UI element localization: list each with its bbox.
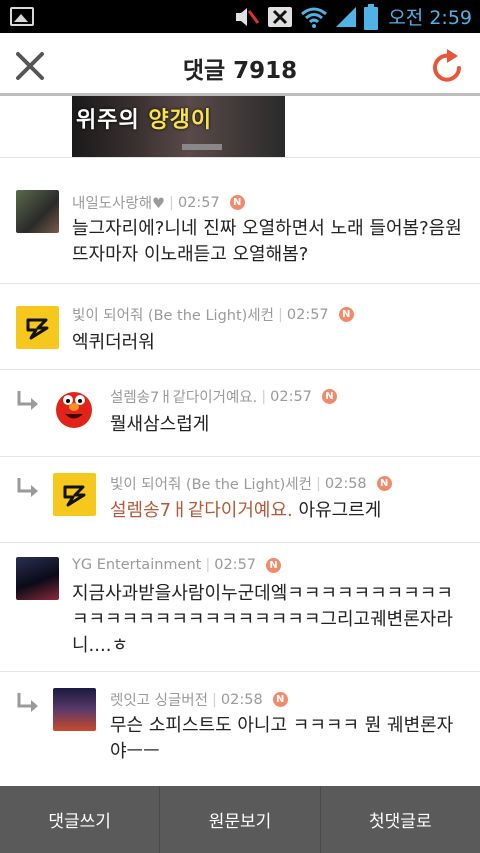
avatar[interactable] xyxy=(16,557,59,600)
first-comment-button[interactable]: 첫댓글로 xyxy=(321,786,480,853)
elmo-avatar-image xyxy=(56,392,92,428)
comment-author[interactable]: 설렘송7ㅐ같다이거예요. xyxy=(110,386,257,407)
signal-icon xyxy=(336,6,357,27)
comment-meta: YG Entertainment | 02:57 N xyxy=(72,557,282,573)
comment-meta: 내일도사랑해♥ | 02:57 N xyxy=(72,192,245,213)
thumbnail-strip xyxy=(182,144,222,150)
meta-divider: | xyxy=(315,475,321,492)
comment-meta: 설렘송7ㅐ같다이거예요. | 02:57 N xyxy=(110,386,337,407)
reply-arrow-icon xyxy=(17,693,38,712)
comment-item: 내일도사랑해♥ | 02:57 N 늘그자리에?니네 진짜 오열하면서 노래 들… xyxy=(0,157,480,284)
comment-body-text: 아유그르게 xyxy=(292,500,382,521)
new-badge: N xyxy=(338,307,354,322)
comment-time: 02:57 xyxy=(214,557,257,573)
video-thumbnail[interactable]: 위주의 양갱이 xyxy=(72,96,285,157)
battery-icon xyxy=(364,3,379,30)
comment-author[interactable]: 내일도사랑해♥ xyxy=(72,192,165,213)
reply-arrow-icon xyxy=(17,391,38,410)
comment-time: 02:58 xyxy=(324,475,367,492)
avatar[interactable] xyxy=(53,386,96,429)
comment-time: 02:58 xyxy=(220,691,263,708)
wifi-icon xyxy=(301,7,328,28)
comment-text: 엑퀴더러워 xyxy=(72,332,155,353)
comment-meta: 빛이 되어줘 (Be the Light)세컨 | 02:58 N xyxy=(110,473,392,494)
comment-time: 02:57 xyxy=(286,306,329,323)
meta-divider: | xyxy=(212,691,217,708)
comment-text: 무슨 소피스트도 아니고 ㅋㅋㅋㅋ 뭔 궤변론자야ㅡㅡ xyxy=(110,715,454,762)
new-badge: N xyxy=(376,476,392,491)
comment-time: 02:57 xyxy=(270,388,312,405)
reply-item: 렛잇고 싱글버전 | 02:58 N 무슨 소피스트도 아니고 ㅋㅋㅋㅋ 뭔 궤… xyxy=(0,672,480,786)
reply-item: 빛이 되어줘 (Be the Light)세컨 | 02:58 N 설렘송7ㅐ같… xyxy=(0,457,480,543)
mention-link[interactable]: 설렘송7ㅐ같다이거예요. xyxy=(110,500,293,521)
comment-text: 지금사과받을사람이누군데엨ㅋㅋㅋㅋㅋㅋㅋㅋㅋㅋㅋㅋㅋㅋㅋㅋㅋㅋㅋㅋㅋㅋㅋㅋㅋ그리… xyxy=(72,583,453,656)
avatar[interactable] xyxy=(53,473,96,516)
new-badge: N xyxy=(321,389,337,404)
comments-header: 댓글 7918 xyxy=(0,33,480,96)
meta-divider: | xyxy=(169,194,174,211)
comment-item: YG Entertainment | 02:57 N 지금사과받을사람이누군데엨… xyxy=(0,543,480,672)
block-b-logo xyxy=(26,318,49,340)
mute-icon xyxy=(236,7,260,26)
write-comment-button[interactable]: 댓글쓰기 xyxy=(0,786,161,853)
comment-author[interactable]: 빛이 되어줘 (Be the Light)세컨 xyxy=(72,304,274,325)
comment-author[interactable]: 렛잇고 싱글버전 xyxy=(110,689,208,710)
status-clock: 오전 2:59 xyxy=(388,7,472,29)
comment-meta: 빛이 되어줘 (Be the Light)세컨 | 02:57 N xyxy=(72,304,354,325)
comment-list[interactable]: 위주의 양갱이 내일도사랑해♥ | 02:57 N 늘그자리에?니네 진짜 오열… xyxy=(0,96,480,786)
no-sim-icon xyxy=(268,6,293,27)
view-original-button[interactable]: 원문보기 xyxy=(160,786,321,853)
meta-divider: | xyxy=(205,557,211,573)
status-bar: 오전 2:59 xyxy=(0,0,480,33)
reply-item: 설렘송7ㅐ같다이거예요. | 02:57 N 뭘새삼스럽게 xyxy=(0,370,480,457)
comment-author[interactable]: 빛이 되어줘 (Be the Light)세컨 xyxy=(110,473,312,494)
comment-item: 빛이 되어줘 (Be the Light)세컨 | 02:57 N 엑퀴더러워 xyxy=(0,284,480,370)
comment-time: 02:57 xyxy=(177,194,220,211)
avatar[interactable] xyxy=(53,688,96,731)
new-badge: N xyxy=(272,692,288,707)
reply-arrow-icon xyxy=(17,478,38,497)
page-title: 댓글 7918 xyxy=(182,58,298,84)
comment-text: 늘그자리에?니네 진짜 오열하면서 노래 들어봄?음원뜨자마자 이노래듣고 오열… xyxy=(72,218,462,265)
status-icons: 오전 2:59 xyxy=(234,0,472,33)
thumbnail-caption: 위주의 양갱이 xyxy=(76,108,213,133)
avatar[interactable] xyxy=(16,190,59,233)
comment-meta: 렛잇고 싱글버전 | 02:58 N xyxy=(110,689,288,710)
bottom-action-bar: 댓글쓰기 원문보기 첫댓글로 xyxy=(0,786,480,853)
new-badge: N xyxy=(266,557,282,573)
comment-text: 뭘새삼스럽게 xyxy=(110,414,210,435)
comment-text: 설렘송7ㅐ같다이거예요. 아유그르게 xyxy=(110,498,470,524)
block-b-logo xyxy=(63,485,86,507)
meta-divider: | xyxy=(261,388,267,405)
meta-divider: | xyxy=(277,306,283,323)
avatar[interactable] xyxy=(16,306,59,349)
gallery-icon xyxy=(10,7,34,26)
new-badge: N xyxy=(229,195,245,210)
comment-author[interactable]: YG Entertainment xyxy=(72,557,201,573)
refresh-icon[interactable] xyxy=(430,47,466,85)
